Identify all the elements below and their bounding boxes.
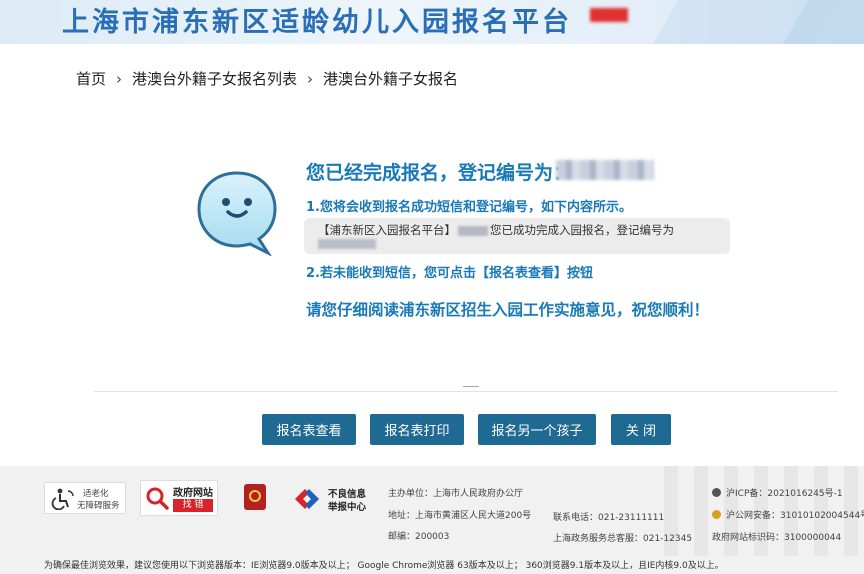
- report-center-icon[interactable]: [292, 486, 322, 512]
- redacted-name: [458, 225, 488, 236]
- step-2-text: 2.若未能收到短信，您可点击【报名表查看】按钮: [306, 266, 593, 281]
- view-form-button[interactable]: 报名表查看: [262, 414, 356, 445]
- gov-site-error-report-badge[interactable]: 政府网站 找 错: [140, 480, 218, 516]
- breadcrumb-separator: ›: [116, 69, 123, 88]
- magnifier-icon: [146, 487, 169, 510]
- notice-text: 请您仔细阅读浦东新区招生入园工作实施意见，祝您顺利！: [306, 301, 710, 319]
- breadcrumb-separator: ›: [307, 69, 314, 88]
- sms-prefix: 【浦东新区入园报名平台】: [318, 223, 456, 237]
- accessibility-label-2: 无障碍服务: [77, 501, 120, 511]
- register-another-child-button[interactable]: 报名另一个孩子: [478, 414, 596, 445]
- divider: [94, 391, 838, 392]
- party-emblem-icon[interactable]: [244, 484, 266, 510]
- print-form-button[interactable]: 报名表打印: [370, 414, 464, 445]
- registration-number-redacted: [556, 160, 654, 180]
- breadcrumb-list-link[interactable]: 港澳台外籍子女报名列表: [132, 70, 297, 88]
- breadcrumb-home-link[interactable]: 首页: [76, 70, 106, 88]
- flag-icon: [590, 8, 628, 22]
- accessibility-service-badge[interactable]: 适老化 无障碍服务: [44, 482, 126, 514]
- icp-icon: [712, 488, 721, 497]
- close-button[interactable]: 关 闭: [611, 414, 671, 445]
- sponsor-text: 主办单位：上海市人民政府办公厅: [388, 489, 524, 499]
- police-badge-icon: [712, 510, 721, 519]
- phone-text: 联系电话：021-23111111: [553, 513, 665, 523]
- page: 上海市浦东新区适龄幼儿入园报名平台 首页 › 港澳台外籍子女报名列表 › 港澳台外籍子女…: [0, 0, 864, 574]
- site-header: 上海市浦东新区适龄幼儿入园报名平台: [0, 0, 864, 44]
- site-title: 上海市浦东新区适龄幼儿入园报名平台: [62, 7, 572, 38]
- breadcrumb-current: 港澳台外籍子女报名: [323, 70, 459, 88]
- footer: 适老化 无障碍服务 政府网站 找 错 不良信息 举报中心 主办单位：上海市人民政…: [0, 466, 864, 574]
- accessibility-icon: [51, 488, 74, 510]
- find-error-label: 找 错: [173, 499, 213, 512]
- site-code-text: 政府网站标识码：3100000044: [712, 533, 842, 543]
- breadcrumb: 首页 › 港澳台外籍子女报名列表 › 港澳台外籍子女报名: [76, 68, 458, 89]
- step-1-text: 1.您将会收到报名成功短信和登记编号，如下内容所示。: [306, 200, 632, 215]
- postcode-text: 邮编：200003: [388, 532, 450, 542]
- gov-site-label: 政府网站: [173, 488, 213, 499]
- icp-text[interactable]: 沪ICP备：2021016245号-1: [726, 486, 843, 499]
- divider-mark: [463, 386, 479, 387]
- redacted-sms-number: [318, 239, 376, 249]
- police-record-text[interactable]: 沪公网安备：31010102004544号: [726, 508, 864, 521]
- smiley-bubble-icon: [197, 171, 277, 256]
- sms-text: 您已成功完成入园报名，登记编号为: [490, 223, 674, 237]
- report-center-label-1: 不良信息: [328, 489, 367, 500]
- address-text: 地址：上海市黄浦区人民大道200号: [388, 511, 532, 521]
- browser-recommendation-text: 为确保最佳浏览效果，建议您使用以下浏览器版本：IE浏览器9.0版本及以上； Go…: [44, 561, 724, 571]
- report-center-label-2: 举报中心: [328, 502, 367, 513]
- service-phone-text: 上海政务服务总客服：021-12345: [553, 534, 693, 544]
- sms-preview-line: 【浦东新区入园报名平台】 您已成功完成入园报名，登记编号为: [318, 222, 674, 238]
- accessibility-label-1: 适老化: [83, 489, 109, 499]
- result-title: 您已经完成报名，登记编号为：: [306, 162, 573, 184]
